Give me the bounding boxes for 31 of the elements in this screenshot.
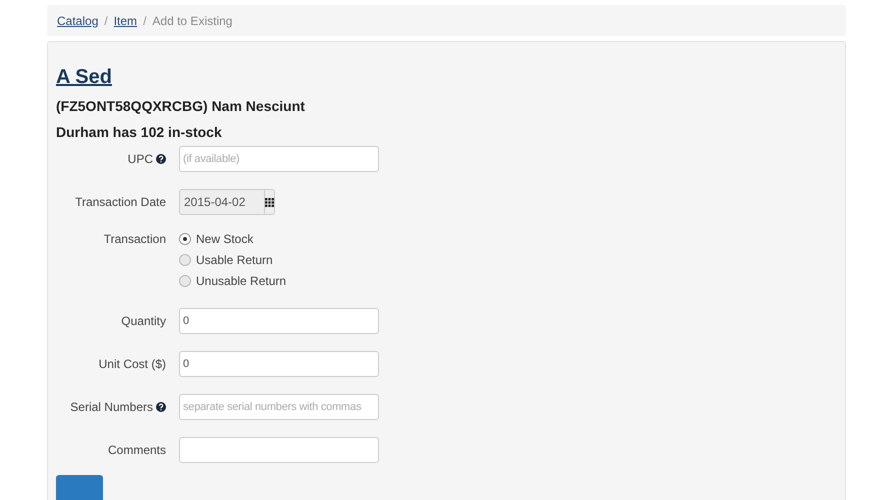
input-field[interactable]: (if available) xyxy=(179,146,379,172)
help-icon[interactable] xyxy=(156,154,166,164)
field-label: Comments xyxy=(108,443,166,457)
input-field[interactable]: 0 xyxy=(179,351,379,377)
breadcrumb-separator: / xyxy=(143,14,146,28)
help-icon[interactable] xyxy=(156,402,166,412)
field-label: Transaction xyxy=(104,232,166,246)
radio-label[interactable]: New Stock xyxy=(196,232,254,246)
item-title-link[interactable]: A Sed xyxy=(56,66,112,88)
field-label: Transaction Date xyxy=(75,195,166,209)
breadcrumb-link[interactable]: Catalog xyxy=(57,14,98,28)
stock-text: Durham has 102 in-stock xyxy=(56,124,223,140)
input-field[interactable]: 0 xyxy=(179,308,379,334)
date-field[interactable]: 2015-04-02 xyxy=(179,189,265,215)
calendar-grid-icon xyxy=(265,198,274,206)
field-label: Serial Numbers xyxy=(70,400,153,414)
field-label: Unit Cost ($) xyxy=(98,357,166,371)
breadcrumb-separator: / xyxy=(104,14,108,28)
radio-button[interactable] xyxy=(179,254,191,266)
calendar-button[interactable] xyxy=(265,189,275,215)
breadcrumb-link[interactable]: Item xyxy=(114,14,138,28)
breadcrumb-current: Add to Existing xyxy=(152,14,232,28)
radio-label[interactable]: Usable Return xyxy=(196,253,273,267)
input-field[interactable] xyxy=(179,437,379,463)
item-subtitle: (FZ5ONT58QQXRCBG) Nam Nesciunt xyxy=(56,98,306,114)
field-label: UPC xyxy=(128,152,153,166)
radio-button[interactable] xyxy=(179,275,191,287)
field-label: Quantity xyxy=(121,314,166,328)
input-field[interactable]: separate serial numbers with commas xyxy=(179,394,379,420)
radio-button[interactable] xyxy=(179,233,191,245)
radio-label[interactable]: Unusable Return xyxy=(196,274,286,288)
